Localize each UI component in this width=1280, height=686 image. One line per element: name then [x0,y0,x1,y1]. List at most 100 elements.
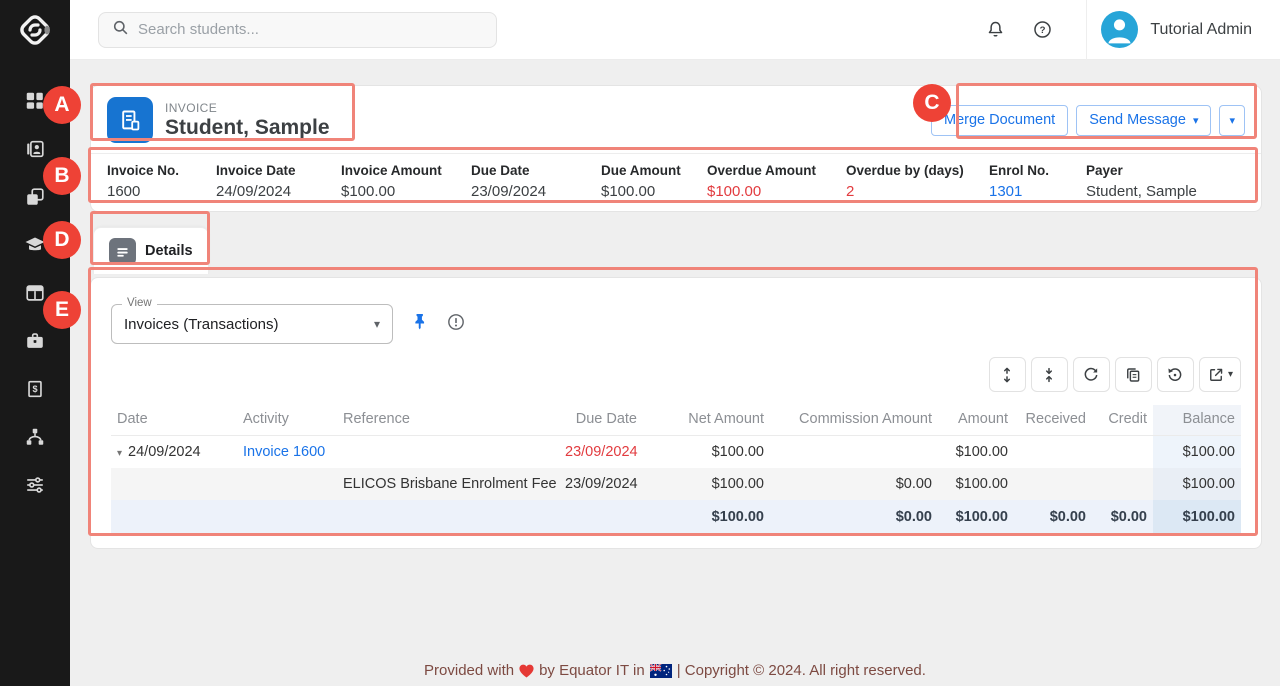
cell-date [111,468,237,500]
services-icon[interactable] [23,329,47,353]
settings-icon[interactable] [23,473,47,497]
col-commission-amount[interactable]: Commission Amount [770,405,938,436]
info-field: Invoice Date24/09/2024 [216,163,341,200]
sidebar: $ [0,0,70,686]
cell-credit [1092,468,1153,500]
page-title: Student, Sample [165,116,330,140]
tab-details[interactable]: Details [93,227,209,274]
view-select[interactable]: View Invoices (Transactions) ▾ [111,304,393,344]
invoice-icon [107,97,153,143]
invoice-link[interactable]: Invoice 1600 [237,436,337,469]
enrol-no-link[interactable]: 1301 [989,183,1086,200]
chevron-down-icon: ▾ [374,317,380,331]
overdue-days-value: 2 [846,183,989,200]
col-activity[interactable]: Activity [237,405,337,436]
australia-flag-icon [650,664,672,678]
documents-icon[interactable] [23,185,47,209]
topbar: ? Tutorial Admin [70,0,1280,60]
cell-commission: $0.00 [770,468,938,500]
total-net-amount: $100.00 [643,500,770,534]
total-amount: $100.00 [938,500,1014,534]
svg-text:$: $ [32,384,37,394]
info-field: Due Date23/09/2024 [471,163,601,200]
total-credit: $0.00 [1092,500,1153,534]
cell-net-amount: $100.00 [643,468,770,500]
tables-icon[interactable] [23,281,47,305]
total-commission: $0.00 [770,500,938,534]
bell-icon[interactable] [977,12,1013,48]
invoice-amount-value: $100.00 [341,183,471,200]
entity-type-label: INVOICE [165,101,330,115]
tab-details-label: Details [145,243,193,259]
view-select-value: Invoices (Transactions) [124,316,279,333]
main-content: INVOICE Student, Sample Merge Document S… [70,60,1280,686]
student-search[interactable] [98,12,497,48]
sidebar-nav: $ [23,60,47,497]
export-icon[interactable]: ▾ [1199,357,1241,392]
cell-activity [237,468,337,500]
collapse-rows-icon[interactable] [1031,357,1068,392]
table-row: ELICOS Brisbane Enrolment Fee 23/09/2024… [111,468,1241,500]
col-credit[interactable]: Credit [1092,405,1153,436]
cell-amount: $100.00 [938,436,1014,469]
copy-icon[interactable] [1115,357,1152,392]
cell-amount: $100.00 [938,468,1014,500]
info-field: Invoice No.1600 [107,163,216,200]
chevron-down-icon: ▾ [1229,114,1235,127]
topbar-right: ? Tutorial Admin [977,0,1280,59]
cell-reference: ELICOS Brisbane Enrolment Fee [337,468,559,500]
heart-icon [519,664,534,678]
col-net-amount[interactable]: Net Amount [643,405,770,436]
send-message-button[interactable]: Send Message▾ [1076,105,1211,136]
info-field: Overdue Amount$100.00 [707,163,846,200]
refresh-icon[interactable] [1073,357,1110,392]
expand-rows-icon[interactable] [989,357,1026,392]
col-reference[interactable]: Reference [337,405,559,436]
cell-due-date: 23/09/2024 [559,436,643,469]
view-select-label: View [122,297,157,309]
row-expand-icon[interactable]: ▾ [117,448,122,459]
search-input[interactable] [138,21,484,38]
search-icon [111,18,130,42]
col-date[interactable]: Date [111,405,237,436]
more-actions-button[interactable]: ▾ [1219,105,1245,136]
col-amount[interactable]: Amount [938,405,1014,436]
user-name[interactable]: Tutorial Admin [1150,21,1252,39]
info-field: PayerStudent, Sample [1086,163,1197,200]
invoices-icon[interactable]: $ [23,377,47,401]
footer: Provided with by Equator IT in [70,662,1280,679]
col-due-date[interactable]: Due Date [559,405,643,436]
merge-document-button[interactable]: Merge Document [931,105,1068,136]
table-header-row: Date Activity Reference Due Date Net Amo… [111,405,1241,436]
network-icon[interactable] [23,425,47,449]
info-field: Invoice Amount$100.00 [341,163,471,200]
history-icon[interactable] [1157,357,1194,392]
pin-icon[interactable] [411,312,430,336]
cell-received [1014,468,1092,500]
info-icon[interactable] [446,312,466,337]
chevron-down-icon: ▾ [1228,369,1233,380]
dashboard-icon[interactable] [23,89,47,113]
view-icons [411,312,466,337]
cell-balance: $100.00 [1153,468,1241,500]
help-icon[interactable]: ? [1024,12,1060,48]
table-total-row: $100.00 $0.00 $100.00 $0.00 $0.00 $100.0… [111,500,1241,534]
info-field: Overdue by (days)2 [846,163,989,200]
total-balance: $100.00 [1153,500,1241,534]
cell-received [1014,436,1092,469]
contacts-icon[interactable] [23,137,47,161]
col-balance[interactable]: Balance [1153,405,1241,436]
col-received[interactable]: Received [1014,405,1092,436]
app-logo[interactable] [0,0,70,60]
header-actions: Merge Document Send Message▾ ▾ [931,105,1245,136]
cell-balance: $100.00 [1153,436,1241,469]
invoice-titles: INVOICE Student, Sample [165,101,330,140]
invoice-info-bar: Invoice No.1600 Invoice Date24/09/2024 I… [91,153,1261,211]
cell-due-date: 23/09/2024 [559,468,643,500]
invoice-header-card: INVOICE Student, Sample Merge Document S… [90,85,1262,212]
transactions-table: Date Activity Reference Due Date Net Amo… [111,405,1241,534]
cell-reference [337,436,559,469]
courses-icon[interactable] [23,233,47,257]
view-row: View Invoices (Transactions) ▾ [111,304,1241,344]
avatar[interactable] [1101,11,1138,48]
